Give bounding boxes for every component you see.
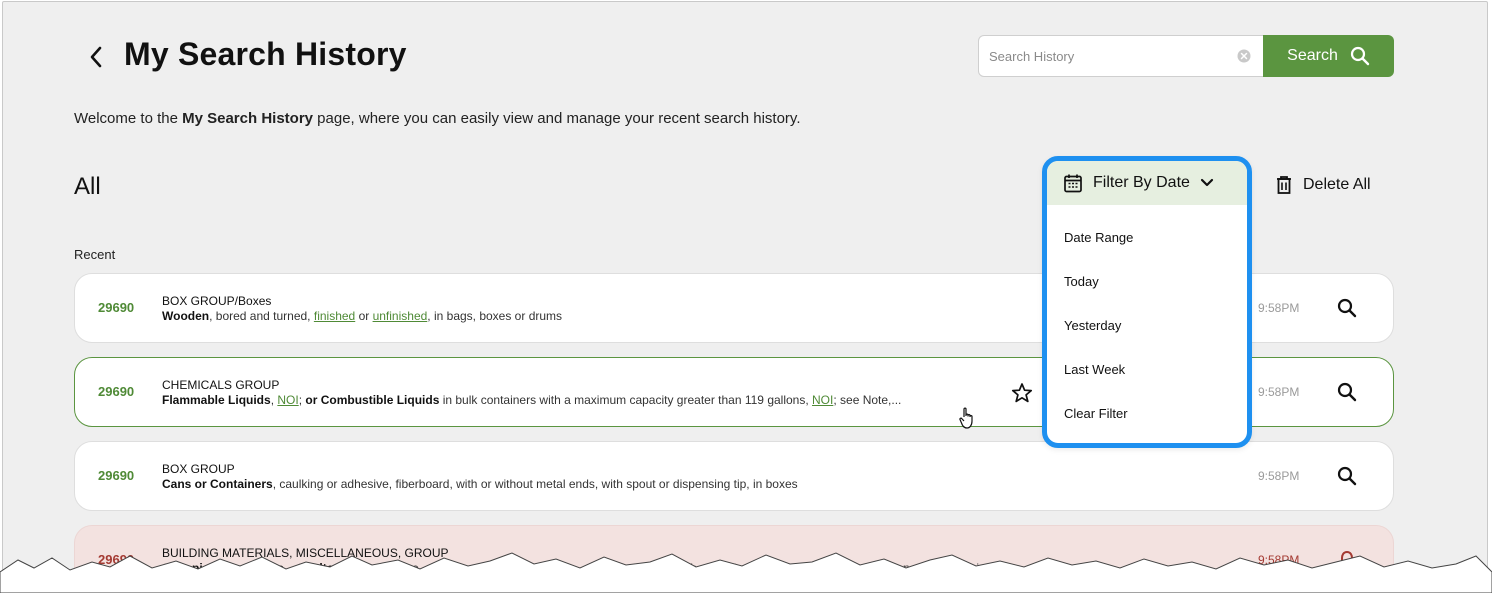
desc-text: in bulk containers with a maximum capaci… xyxy=(439,393,813,407)
search-icon[interactable] xyxy=(1337,298,1357,318)
desc-text: , caulking or adhesive, fiberboard, with… xyxy=(272,477,798,491)
welcome-text: Welcome to the My Search History page, w… xyxy=(74,110,801,127)
search-button-label: Search xyxy=(1287,47,1338,64)
row-description: Wooden, bored and turned, finished or un… xyxy=(162,309,562,323)
desc-link[interactable]: NOI xyxy=(277,393,298,407)
filter-option-yesterday[interactable]: Yesterday xyxy=(1064,318,1121,333)
star-icon[interactable] xyxy=(1011,382,1033,404)
desc-link[interactable]: NOI xyxy=(812,393,833,407)
section-title: All xyxy=(74,173,101,200)
filter-option-last-week[interactable]: Last Week xyxy=(1064,362,1125,377)
desc-text: ; see Note,... xyxy=(833,393,902,407)
row-description: Cans or Containers, caulking or adhesive… xyxy=(162,477,798,491)
desc-bold: or Combustible Liquids xyxy=(305,393,440,407)
app-frame: My Search History Search Welcome to the … xyxy=(2,1,1488,592)
desc-text: , in bags, boxes or drums xyxy=(427,309,563,323)
search-button[interactable]: Search xyxy=(1263,35,1394,77)
row-code: 29690 xyxy=(98,300,135,315)
chevron-left-icon xyxy=(90,46,102,68)
clear-circle-icon[interactable] xyxy=(1237,49,1251,63)
welcome-suffix: page, where you can easily view and mana… xyxy=(313,110,801,127)
trash-icon xyxy=(1277,176,1291,194)
delete-all-button[interactable]: Delete All xyxy=(1275,175,1371,195)
filter-option-date-range[interactable]: Date Range xyxy=(1064,230,1133,245)
desc-text: , bored and turned, xyxy=(209,309,314,323)
desc-link[interactable]: finished xyxy=(314,309,355,323)
row-group: BOX GROUP xyxy=(162,462,235,476)
filter-dropdown: Filter By Date Date Range Today Yesterda… xyxy=(1042,156,1252,448)
desc-bold: Cans or Containers xyxy=(162,477,273,491)
filter-option-today[interactable]: Today xyxy=(1064,274,1099,289)
search-icon[interactable] xyxy=(1337,466,1357,486)
filter-by-date-button[interactable]: Filter By Date xyxy=(1047,161,1247,205)
filter-option-clear-filter[interactable]: Clear Filter xyxy=(1064,406,1128,421)
chevron-down-icon xyxy=(1200,178,1214,187)
search-icon xyxy=(1350,46,1370,66)
history-row[interactable]: 29690 BOX GROUP Cans or Containers, caul… xyxy=(74,441,1394,511)
desc-text: or xyxy=(355,309,373,323)
page-title: My Search History xyxy=(124,36,407,72)
desc-bold: Flammable Liquids xyxy=(162,393,271,407)
recent-label: Recent xyxy=(74,247,116,262)
back-button[interactable] xyxy=(81,42,111,72)
hand-cursor-icon xyxy=(959,407,973,429)
row-time: 9:58PM xyxy=(1258,385,1300,399)
torn-edge xyxy=(0,552,1492,593)
row-group: BOX GROUP/Boxes xyxy=(162,294,272,308)
row-code: 29690 xyxy=(98,468,135,483)
filter-label: Filter By Date xyxy=(1093,174,1190,191)
row-group: CHEMICALS GROUP xyxy=(162,378,280,392)
welcome-prefix: Welcome to the xyxy=(74,110,183,127)
welcome-bold: My Search History xyxy=(182,110,313,127)
desc-link[interactable]: unfinished xyxy=(373,309,428,323)
calendar-icon xyxy=(1064,174,1082,193)
search-icon[interactable] xyxy=(1337,382,1357,402)
search-box xyxy=(978,35,1264,77)
search-input[interactable] xyxy=(989,36,1229,76)
desc-bold: Wooden xyxy=(162,309,210,323)
row-time: 9:58PM xyxy=(1258,469,1300,483)
delete-all-label: Delete All xyxy=(1303,176,1371,193)
row-code: 29690 xyxy=(98,384,135,399)
row-description: Flammable Liquids, NOI; or Combustible L… xyxy=(162,393,901,407)
row-time: 9:58PM xyxy=(1258,301,1300,315)
